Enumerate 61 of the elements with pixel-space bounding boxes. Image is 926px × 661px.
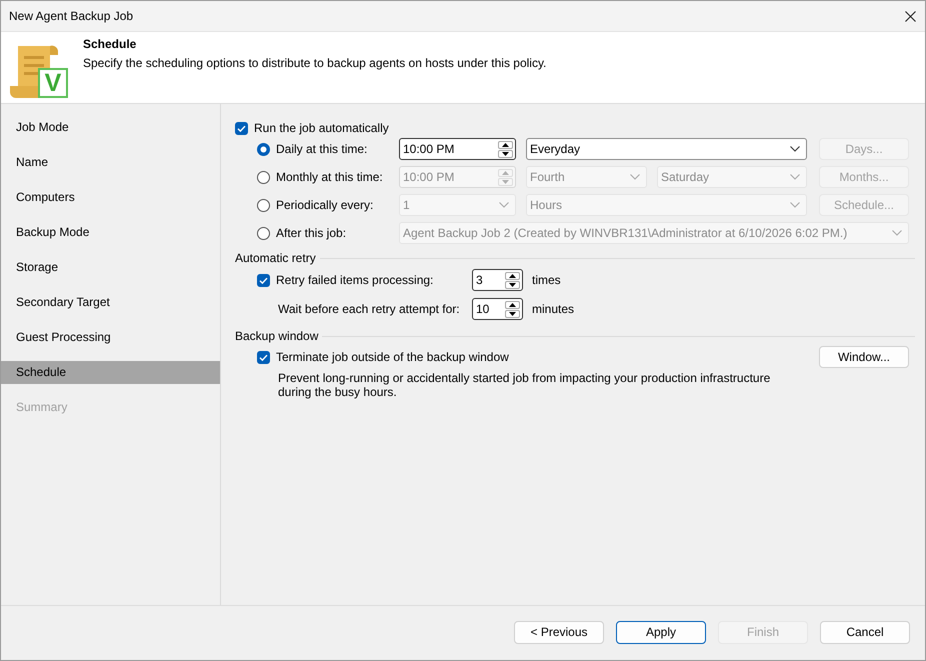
dropdown[interactable]: Everyday: [526, 138, 807, 160]
apply-button[interactable]: Apply: [616, 621, 706, 644]
radio-button[interactable]: [257, 198, 270, 212]
wizard-step[interactable]: Guest Processing: [1, 326, 220, 349]
radio-label: Daily at this time:: [276, 142, 368, 156]
wizard-step[interactable]: Storage: [1, 256, 220, 279]
wizard-step[interactable]: Backup Mode: [1, 221, 220, 244]
spin-down-button[interactable]: [505, 280, 520, 288]
spin-up-button[interactable]: [505, 272, 520, 280]
triangle-up-icon: [502, 170, 509, 174]
window-button[interactable]: Window...: [819, 346, 909, 368]
triangle-up-icon: [509, 302, 516, 306]
spin-down-button[interactable]: [505, 310, 520, 318]
chevron-down-icon: [790, 174, 800, 180]
chevron-down-icon: [499, 202, 509, 208]
triangle-down-icon: [509, 312, 516, 316]
section-title: Automatic retry: [235, 250, 316, 266]
triangle-down-icon: [502, 152, 509, 156]
checkbox-label: Retry failed items processing:: [276, 272, 434, 288]
radio-button[interactable]: [257, 226, 270, 240]
page-title: Schedule: [83, 37, 138, 52]
field-label: Wait before each retry attempt for:: [277, 302, 460, 316]
chevron-down-icon: [790, 202, 800, 208]
wizard-step[interactable]: Schedule: [1, 361, 220, 384]
radio-label: After this job:: [276, 226, 346, 240]
radio-button[interactable]: [257, 170, 270, 184]
cancel-button[interactable]: Cancel: [820, 621, 910, 644]
unit-label: times: [532, 272, 561, 288]
spin-field[interactable]: 3: [472, 269, 523, 291]
spin-up-button[interactable]: [498, 140, 513, 148]
spin-field[interactable]: 10:00 PM: [399, 138, 516, 160]
radio-button[interactable]: [257, 142, 270, 156]
spin-up-button[interactable]: [505, 300, 520, 308]
previous-button[interactable]: < Previous: [514, 621, 604, 644]
radio-label: Monthly at this time:: [276, 170, 383, 184]
page-description: Specify the scheduling options to distribute to backup agents on hosts under this policy.: [83, 56, 546, 71]
spin-down-button[interactable]: [498, 150, 513, 158]
logo-tile: V: [38, 68, 68, 98]
spin-field[interactable]: 10: [472, 298, 523, 320]
close-icon[interactable]: [905, 10, 916, 22]
triangle-down-icon: [502, 180, 509, 184]
chevron-down-icon: [630, 174, 640, 180]
triangle-down-icon: [509, 282, 516, 286]
chevron-down-icon: [790, 146, 800, 152]
checkbox[interactable]: [257, 274, 270, 286]
window-title: New Agent Backup Job: [9, 8, 134, 24]
unit-label: minutes: [532, 302, 574, 316]
wizard-step[interactable]: Secondary Target: [1, 291, 220, 314]
section-title: Backup window: [235, 328, 318, 344]
triangle-up-icon: [509, 274, 516, 278]
radio-label: Periodically every:: [276, 198, 374, 212]
wizard-step[interactable]: Computers: [1, 186, 220, 209]
wizard-step[interactable]: Name: [1, 151, 220, 174]
checkbox[interactable]: [235, 122, 248, 134]
option-description: Prevent long-running or accidentally started job from impacting your production infrastructure during the busy hours.: [278, 371, 772, 399]
checkbox-label: Terminate job outside of the backup window: [276, 350, 509, 364]
wizard-step[interactable]: Job Mode: [1, 116, 220, 139]
checkbox[interactable]: [257, 350, 270, 364]
checkbox-label: Run the job automatically: [254, 120, 389, 136]
chevron-down-icon: [892, 230, 902, 236]
triangle-up-icon: [502, 142, 509, 146]
